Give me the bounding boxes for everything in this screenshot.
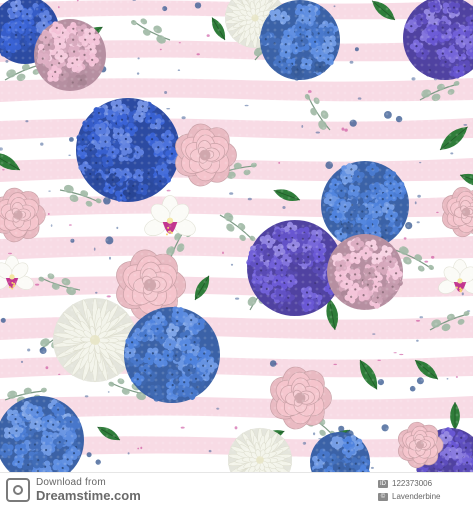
texture-overlay xyxy=(0,0,473,472)
pattern-image xyxy=(0,0,473,472)
download-label: Download from xyxy=(36,477,106,488)
floral-pattern-illustration xyxy=(0,0,473,472)
site-name: Dreamstime.com xyxy=(36,488,141,503)
image-id: 122373006 xyxy=(392,479,433,488)
dreamstime-logo-icon xyxy=(6,478,30,502)
id-tag-icon: ID xyxy=(378,479,388,488)
image-id-row: ID 122373006 xyxy=(378,479,432,488)
author-row: © Lavenderbine xyxy=(378,492,440,501)
watermark-footer: Download from Dreamstime.com ID 12237300… xyxy=(0,472,473,506)
author-name: Lavenderbine xyxy=(392,492,441,501)
author-tag-icon: © xyxy=(378,492,388,501)
